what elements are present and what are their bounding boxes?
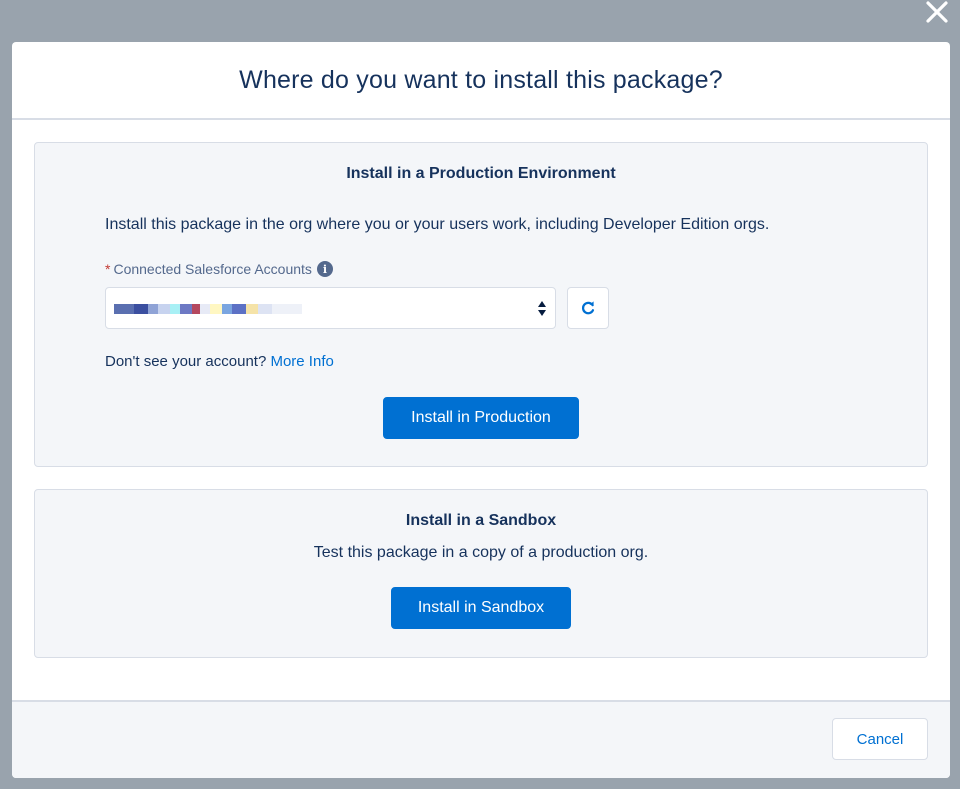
production-description: Install this package in the org where yo… (105, 216, 770, 233)
sandbox-card: Install in a Sandbox Test this package i… (34, 489, 928, 658)
redacted-account-value (114, 304, 312, 314)
account-help-prefix: Don't see your account? (105, 353, 267, 370)
required-marker: * (105, 261, 111, 277)
refresh-accounts-button[interactable] (567, 287, 609, 329)
sandbox-description: Test this package in a copy of a product… (313, 544, 649, 561)
production-card: Install in a Production Environment Inst… (34, 142, 928, 467)
more-info-link[interactable]: More Info (270, 353, 333, 370)
info-icon[interactable]: i (316, 261, 333, 277)
connected-accounts-label: * Connected Salesforce Accounts i (105, 261, 333, 277)
install-in-production-button[interactable]: Install in Production (383, 397, 579, 439)
install-in-sandbox-button[interactable]: Install in Sandbox (391, 587, 571, 629)
modal-footer: Cancel (12, 700, 950, 778)
select-arrows-icon (537, 296, 547, 320)
account-help-text: Don't see your account? More Info (105, 353, 334, 370)
modal-body: Install in a Production Environment Inst… (12, 120, 950, 700)
connected-accounts-label-text: Connected Salesforce Accounts (113, 261, 312, 277)
production-title: Install in a Production Environment (346, 165, 616, 182)
sandbox-title: Install in a Sandbox (405, 512, 557, 529)
install-package-modal: Where do you want to install this packag… (12, 42, 950, 778)
close-icon[interactable] (922, 0, 952, 24)
connected-accounts-select[interactable] (105, 287, 556, 329)
cancel-button[interactable]: Cancel (832, 718, 928, 760)
refresh-icon (581, 301, 595, 315)
modal-header: Where do you want to install this packag… (12, 42, 950, 120)
modal-title: Where do you want to install this packag… (239, 65, 723, 94)
